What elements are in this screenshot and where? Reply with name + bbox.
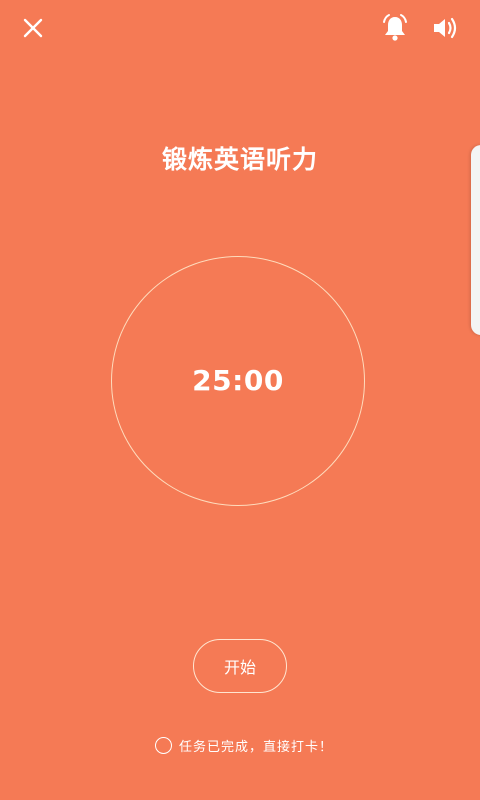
checkin-option[interactable]: 任务已完成，直接打卡！ xyxy=(155,735,333,755)
close-button[interactable] xyxy=(15,10,51,46)
side-drawer-handle[interactable] xyxy=(471,145,480,335)
timer-display: 25:00 xyxy=(192,364,284,397)
alarm-button[interactable] xyxy=(377,10,413,46)
task-title: 锻炼英语听力 xyxy=(161,145,318,174)
volume-icon xyxy=(434,17,457,39)
checkin-radio[interactable] xyxy=(155,736,172,754)
sound-button[interactable] xyxy=(428,10,464,46)
bell-icon xyxy=(383,14,407,41)
top-bar xyxy=(0,0,480,60)
close-icon xyxy=(23,18,43,38)
checkin-label: 任务已完成，直接打卡！ xyxy=(179,739,334,755)
start-button[interactable]: 开始 xyxy=(193,639,287,693)
